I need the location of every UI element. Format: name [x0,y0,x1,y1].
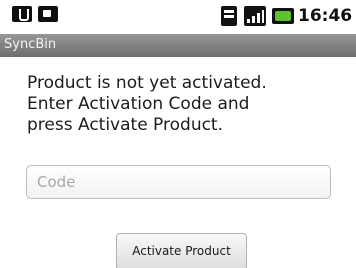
message-line: press Activate Product. [27,115,224,135]
photo-notification-icon [38,6,58,22]
activate-product-button[interactable]: Activate Product [116,233,247,268]
message-line: Enter Activation Code and [27,94,250,114]
usb-debug-icon [12,6,32,22]
sd-card-icon [221,6,237,26]
signal-icon [244,6,266,26]
status-bar: 16:46 [0,0,356,34]
activation-screen: 16:46 SyncBin Product is not yet activat… [0,0,356,268]
message-line: Product is not yet activated. [27,73,267,93]
battery-icon [272,8,294,24]
activation-code-input[interactable] [26,165,331,199]
title-bar: SyncBin [0,34,356,57]
clock: 16:46 [298,6,353,26]
activation-message: Product is not yet activated. Enter Acti… [27,73,347,136]
app-title: SyncBin [4,37,57,52]
